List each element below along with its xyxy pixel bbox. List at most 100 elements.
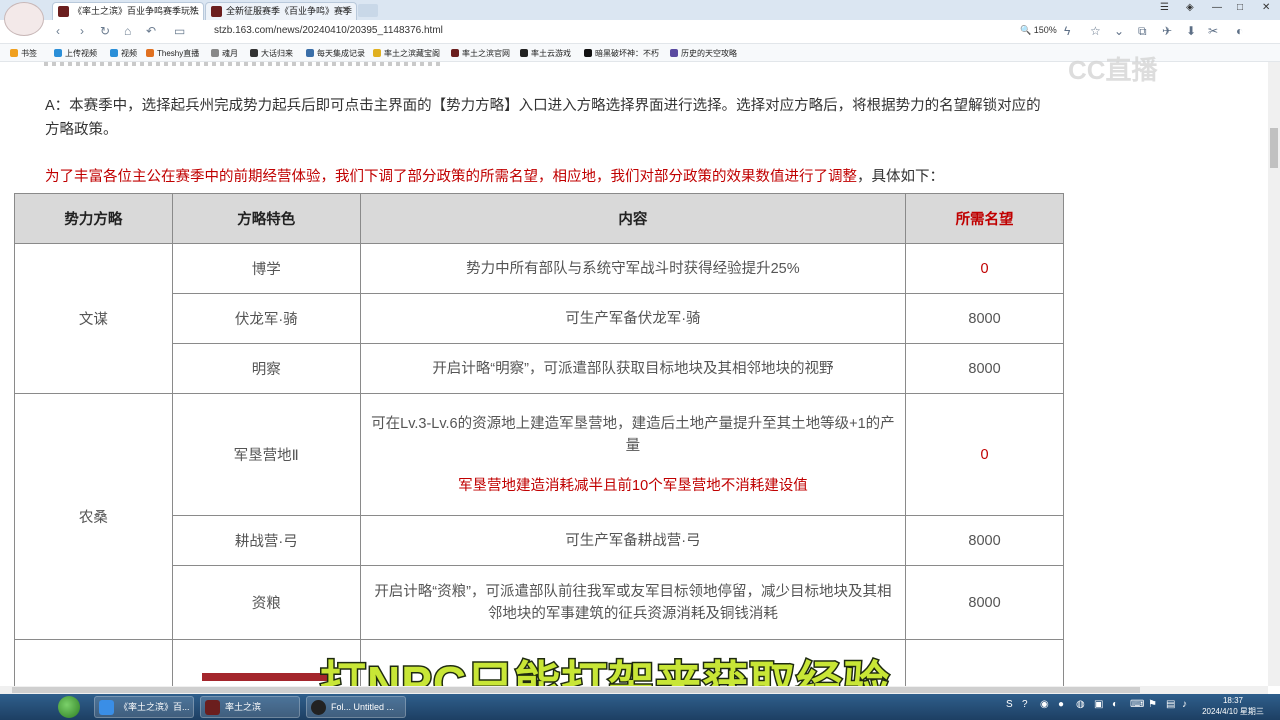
header-faction-strategy: 势力方略 — [14, 193, 173, 244]
back-icon[interactable]: ‹ — [56, 24, 60, 38]
bookmark-item[interactable]: 每天集成记录 — [306, 48, 365, 59]
star-icon[interactable]: ☆ — [1090, 24, 1101, 38]
skin-icon[interactable]: ◈ — [1186, 2, 1194, 13]
subtitle-bar — [202, 673, 330, 681]
url-input[interactable]: stzb.163.com/news/20240410/20395_1148376… — [214, 25, 443, 36]
bookmark-item[interactable]: 上传视频 — [54, 48, 97, 59]
close-icon[interactable]: ✕ — [189, 3, 197, 19]
keyboard-icon[interactable]: ⌨ — [1130, 699, 1144, 710]
live-icon — [146, 49, 154, 57]
bookmark-item[interactable]: 魂月 — [211, 48, 238, 59]
tray-icon[interactable]: ◐ — [1112, 699, 1118, 710]
close-window-icon[interactable]: ✕ — [1262, 2, 1270, 13]
maximize-icon[interactable]: □ — [1237, 2, 1243, 13]
feature-cell: 伏龙军·骑 — [171, 293, 361, 344]
content-cell: 可生产军备伏龙军·骑 — [359, 293, 907, 344]
lightning-icon[interactable]: ϟ — [1064, 24, 1070, 38]
content-text: 可在Lv.3-Lv.6的资源地上建造军垦营地，建造后土地产量提升至其土地等级+1… — [371, 415, 895, 454]
bookmark-item[interactable]: 率土之滨官网 — [451, 48, 510, 59]
bookmark-item[interactable]: 书签 — [10, 48, 37, 59]
content-cell: 可在Lv.3-Lv.6的资源地上建造军垦营地，建造后土地产量提升至其土地等级+1… — [359, 393, 907, 516]
system-clock[interactable]: 18:37 2024/4/10 星期三 — [1198, 695, 1268, 717]
dropdown-icon[interactable]: ⌄ — [1114, 24, 1124, 38]
vertical-scrollbar[interactable] — [1268, 62, 1280, 686]
value-cell: 8000 — [905, 343, 1064, 394]
answer-paragraph: A：本赛季中，选择起兵州完成势力起兵后即可点击主界面的【势力方略】入口进入方略选… — [45, 98, 1041, 138]
adjustment-paragraph: 为了丰富各位主公在赛季中的前期经营体验，我们下调了部分政策的所需名望，相应地，我… — [45, 165, 1055, 189]
sky-icon — [670, 49, 678, 57]
zoom-level[interactable]: 🔍 150% — [1020, 25, 1057, 36]
bookmark-item[interactable]: Theshy直播 — [146, 48, 199, 59]
help-icon[interactable]: ? — [1022, 699, 1028, 710]
game-favicon-icon — [58, 6, 69, 17]
download-icon[interactable]: ⬇ — [1186, 24, 1196, 38]
taskbar-item-obs[interactable]: Fol... Untitled ... — [306, 696, 406, 718]
user-avatar[interactable] — [4, 2, 44, 36]
game-icon — [451, 49, 459, 57]
flag-icon[interactable]: ⚑ — [1148, 699, 1157, 710]
bookmark-item[interactable]: 率土之滨藏宝阁 — [373, 48, 440, 59]
close-icon[interactable]: ✕ — [342, 3, 350, 19]
content-cell: 可生产军备耕战营·弓 — [359, 515, 907, 566]
tray-icon[interactable]: ▣ — [1094, 699, 1103, 710]
feature-cell: 明察 — [171, 343, 361, 394]
scissors-icon[interactable]: ✂ — [1208, 24, 1218, 38]
empty-cell — [905, 639, 1064, 686]
tab-1[interactable]: 《率土之滨》百业争鸣赛季玩法 ✕ — [52, 2, 204, 20]
browser-icon — [99, 700, 114, 715]
tray-icon[interactable]: S — [1006, 699, 1013, 710]
content-note: 军垦营地建造消耗减半且前10个军垦营地不消耗建设值 — [458, 477, 808, 494]
browser-tab-bar: 《率土之滨》百业争鸣赛季玩法 ✕ 全新征服赛季《百业争鸣》赛季 ✕ ☰ ◈ — … — [0, 0, 1280, 36]
extension-icon[interactable]: ⧉ — [1138, 24, 1147, 39]
taskbar-item-game[interactable]: 率土之滨 — [200, 696, 300, 718]
value-cell: 0 — [905, 393, 1064, 516]
vertical-scroll-thumb[interactable] — [1270, 128, 1278, 168]
content-cell: 开启计略“资粮”，可派遣部队前往我军或友军目标领地停留，减少目标地块及其相邻地块… — [359, 565, 907, 640]
horizontal-scrollbar[interactable] — [0, 686, 1268, 694]
home-icon[interactable]: ⌂ — [124, 24, 131, 38]
tray-icon[interactable]: ◉ — [1040, 699, 1049, 710]
policy-table: 势力方略 方略特色 内容 所需名望 文谋 博学 势力中所有部队与系统守军战斗时获… — [14, 193, 1064, 686]
network-icon[interactable]: ▤ — [1166, 699, 1175, 710]
table-row: 文谋 博学 势力中所有部队与系统守军战斗时获得经验提升25% 0 — [14, 243, 1064, 394]
forward-icon[interactable]: › — [80, 24, 84, 38]
start-button[interactable] — [58, 696, 80, 718]
group-name: 农桑 — [14, 393, 173, 640]
bookmark-item[interactable]: 率土云游戏 — [520, 48, 571, 59]
group-name: 文谋 — [14, 243, 173, 394]
empty-cell — [14, 639, 173, 686]
tab-2-label: 全新征服赛季《百业争鸣》赛季 — [226, 6, 353, 16]
tab-1-label: 《率土之滨》百业争鸣赛季玩法 — [73, 6, 200, 16]
game-favicon-icon — [211, 6, 222, 17]
reader-icon[interactable]: ▭ — [174, 24, 185, 38]
adjustment-tail: ，具体如下： — [857, 169, 944, 185]
feature-cell: 耕战营·弓 — [171, 515, 361, 566]
value-cell: 8000 — [905, 565, 1064, 640]
tray-icon[interactable]: ◍ — [1076, 699, 1085, 710]
table-row: 伏龙军·骑 可生产军备伏龙军·骑 8000 — [15, 293, 1064, 344]
table-row: 农桑 军垦营地Ⅱ 可在Lv.3-Lv.6的资源地上建造军垦营地，建造后土地产量提… — [14, 393, 1064, 640]
volume-icon[interactable]: ♪ — [1182, 699, 1187, 710]
browser-menu-icon[interactable]: ◐ — [1236, 24, 1243, 38]
bookmark-item[interactable]: 历史的天空攻略 — [670, 48, 737, 59]
horizontal-scroll-thumb[interactable] — [12, 687, 1140, 693]
obs-icon — [311, 700, 326, 715]
game-icon — [250, 49, 258, 57]
refresh-icon[interactable]: ↻ — [100, 24, 110, 38]
cut-off-text — [44, 62, 444, 66]
minimize-icon[interactable]: — — [1212, 2, 1222, 13]
bookmark-item[interactable]: 大话归来 — [250, 48, 293, 59]
table-row: 资粮 开启计略“资粮”，可派遣部队前往我军或友军目标领地停留，减少目标地块及其相… — [15, 565, 1064, 640]
clock-date: 2024/4/10 星期三 — [1202, 707, 1264, 716]
bookmark-item[interactable]: 暗黑破坏神：不朽 — [584, 48, 659, 59]
taskbar-item-browser[interactable]: 《率土之滨》百... — [94, 696, 194, 718]
moon-icon — [211, 49, 219, 57]
wechat-icon[interactable]: ● — [1058, 699, 1064, 710]
new-tab-button[interactable] — [358, 4, 378, 17]
bookmark-item[interactable]: 视频 — [110, 48, 137, 59]
value-cell: 0 — [905, 243, 1064, 294]
undo-icon[interactable]: ↶ — [146, 24, 156, 38]
tab-2[interactable]: 全新征服赛季《百业争鸣》赛季 ✕ — [205, 2, 357, 20]
share-icon[interactable]: ✈ — [1162, 24, 1172, 38]
menu-icon[interactable]: ☰ — [1160, 2, 1169, 13]
